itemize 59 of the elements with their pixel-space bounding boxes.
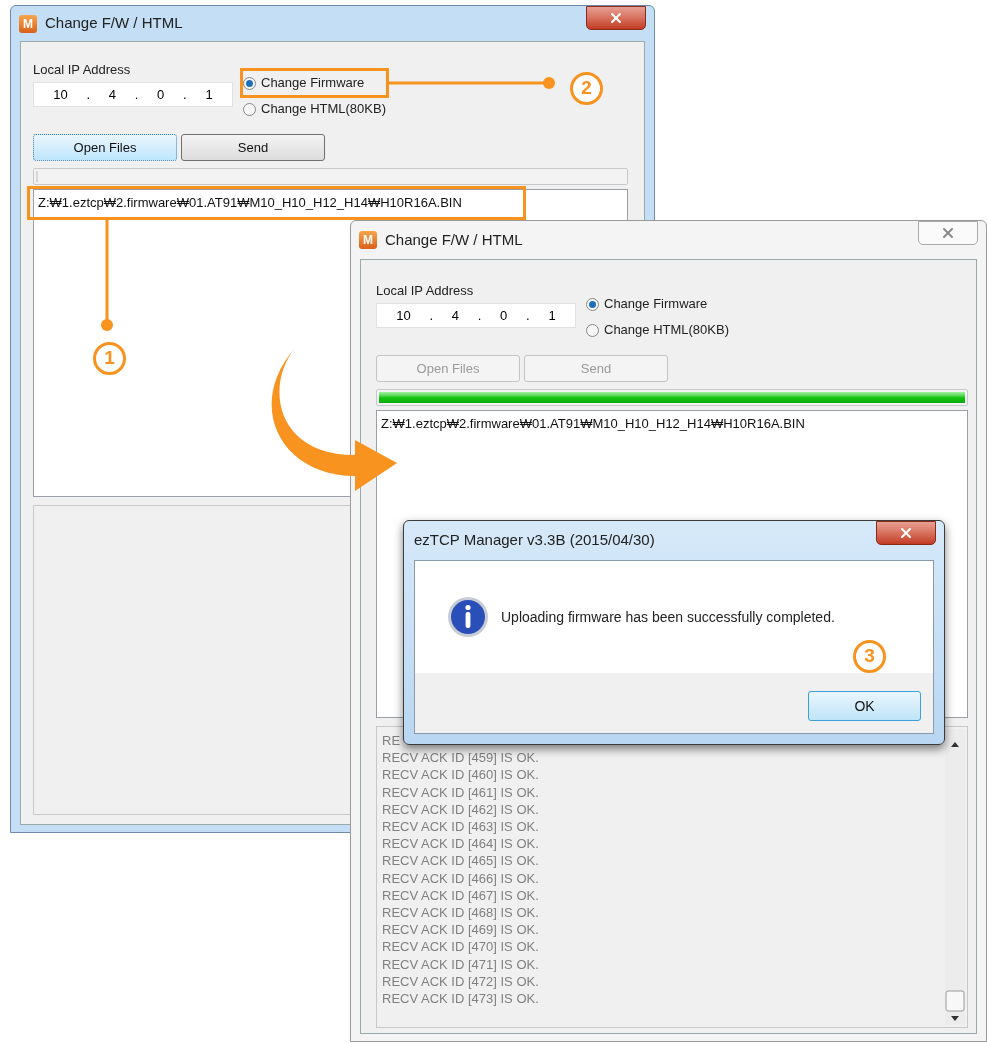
dialog-message: Uploading firmware has been successfully completed. — [501, 607, 835, 627]
radio-label: Change Firmware — [604, 295, 708, 314]
ip-text: 1 — [205, 85, 213, 104]
window-title: Change F/W / HTML — [45, 13, 183, 34]
log-line: RECV ACK ID [469] IS OK. — [382, 921, 539, 939]
radio-button[interactable] — [243, 102, 256, 116]
push-button[interactable]: Send — [181, 134, 325, 161]
close-button[interactable] — [586, 6, 646, 30]
app-logo: M — [359, 231, 377, 249]
ip-text: . — [134, 85, 139, 104]
ip-text: 10 — [53, 85, 68, 104]
log-line: RECV ACK ID [473] IS OK. — [382, 990, 539, 1008]
log-line: RECV ACK ID [472] IS OK. — [382, 972, 539, 991]
log-line: RECV ACK ID [460] IS OK. — [382, 766, 539, 784]
push-button[interactable]: Open Files — [33, 134, 177, 161]
ip-text: . — [526, 306, 530, 325]
ip-label: Local IP Address — [376, 282, 475, 299]
log-line: RECV ACK ID [470] IS OK. — [382, 938, 539, 956]
radio-label: Change HTML(80KB) — [604, 321, 729, 340]
log-line: RECV ACK ID [463] IS OK. — [382, 818, 539, 836]
ip-text: 4 — [108, 85, 117, 104]
file-path[interactable]: Z:₩1.eztcp₩2.firmware₩01.AT91₩M10_H10_H12_H14₩H10R16A.BIN — [381, 414, 963, 434]
log-line: RE — [382, 732, 401, 750]
ip-text: 0 — [500, 306, 508, 325]
ip-label: Local IP Address — [33, 61, 132, 78]
close-icon — [940, 225, 956, 241]
log-line: RECV ACK ID [465] IS OK. — [382, 852, 539, 870]
ip-text: . — [86, 85, 91, 104]
log-line: RECV ACK ID [461] IS OK. — [382, 783, 539, 801]
radio-button[interactable] — [586, 323, 599, 337]
close-button[interactable] — [876, 521, 936, 545]
log-line: RECV ACK ID [459] IS OK. — [382, 749, 539, 767]
ip-address-field[interactable]: 10 . 4 . 0 . 1 — [376, 303, 576, 328]
ip-text: 1 — [548, 306, 556, 325]
radio-button[interactable] — [243, 76, 256, 90]
radio-label: Change Firmware — [261, 74, 365, 93]
log-line: RECV ACK ID [468] IS OK. — [382, 904, 539, 922]
ip-text: 0 — [157, 85, 165, 104]
close-icon — [608, 10, 624, 26]
log-line: RECV ACK ID [464] IS OK. — [382, 835, 539, 853]
ip-text: . — [183, 85, 187, 104]
log-line: RECV ACK ID [462] IS OK. — [382, 800, 539, 818]
log-line: RECV ACK ID [467] IS OK. — [382, 886, 539, 905]
ip-text: . — [477, 306, 482, 325]
ip-address-field[interactable]: 10 . 4 . 0 . 1 — [33, 82, 233, 107]
radio-label: Change HTML(80KB) — [261, 100, 386, 119]
log-line: RECV ACK ID [466] IS OK. — [382, 869, 539, 887]
info-icon — [447, 596, 489, 638]
app-logo: M — [19, 14, 37, 33]
file-path[interactable]: Z:₩1.eztcp₩2.firmware₩01.AT91₩M10_H10_H12_H14₩H10R16A.BIN — [38, 193, 623, 213]
ip-text: 10 — [396, 306, 411, 325]
close-icon — [898, 525, 914, 541]
ok-button[interactable]: OK — [808, 691, 921, 721]
radio-button[interactable] — [586, 297, 599, 311]
window-title: Change F/W / HTML — [385, 229, 523, 250]
dialog-title: ezTCP Manager v3.3B (2015/04/30) — [414, 530, 655, 551]
ip-text: 4 — [451, 306, 460, 325]
ip-text: . — [429, 306, 434, 325]
log-line: RECV ACK ID [471] IS OK. — [382, 955, 539, 973]
